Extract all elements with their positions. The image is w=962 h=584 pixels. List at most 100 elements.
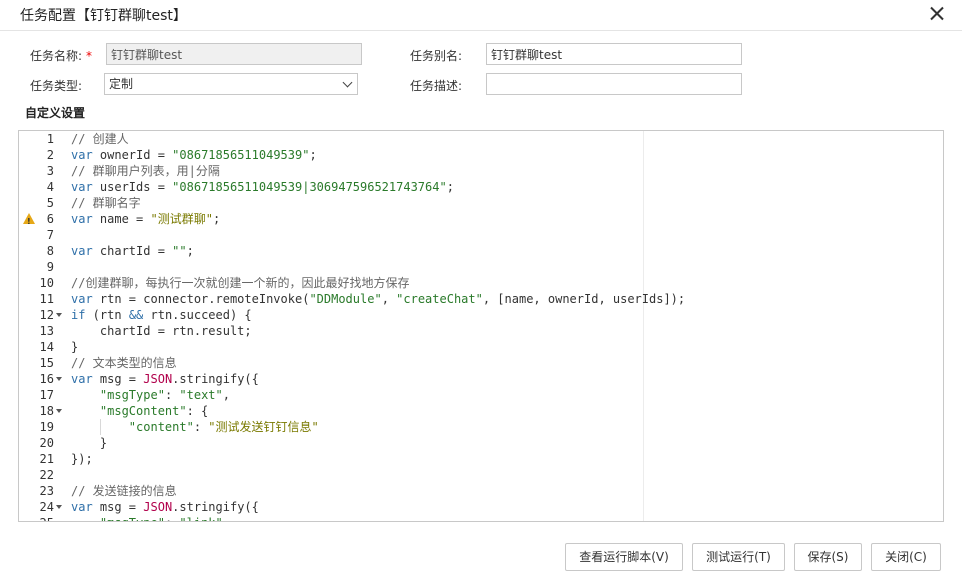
code-text: "msgType": "link", — [71, 515, 230, 521]
close-icon[interactable] — [926, 3, 948, 25]
code-token: ; — [212, 212, 221, 226]
code-token: //创建群聊，每执行一次就创建一个新的，因此最好找地方保存 — [71, 276, 410, 290]
code-line[interactable]: 8 var chartId = ""; — [19, 243, 943, 259]
code-line[interactable]: 14} — [19, 339, 943, 355]
code-line[interactable]: 7 — [19, 227, 943, 243]
code-line[interactable]: 18 "msgContent": { — [19, 403, 943, 419]
code-line[interactable]: 3 // 群聊用户列表，用|分隔 — [19, 163, 943, 179]
code-line[interactable]: 21}); — [19, 451, 943, 467]
code-line[interactable]: 24 var msg = JSON.stringify({ — [19, 499, 943, 515]
code-token: && — [128, 308, 144, 322]
code-line[interactable]: 11 var rtn = connector.remoteInvoke("DDMo… — [19, 291, 943, 307]
line-number: 9 — [46, 260, 54, 274]
required-mark: * — [86, 49, 93, 63]
code-token: var — [71, 212, 93, 226]
fold-toggle-icon[interactable] — [56, 505, 62, 509]
code-token: msg = — [92, 500, 144, 514]
code-line[interactable]: 22 — [19, 467, 943, 483]
code-token: .stringify({ — [172, 500, 259, 514]
code-token: var — [71, 500, 93, 514]
dialog-titlebar: 任务配置【钉钉群聊test】 — [0, 0, 962, 31]
task-desc-input[interactable] — [486, 73, 742, 95]
line-number: 2 — [46, 148, 54, 162]
line-number: 22 — [39, 468, 54, 482]
code-token: "测试发送钉钉信息" — [208, 420, 319, 434]
task-name-label: 任务名称: * — [30, 49, 93, 63]
code-line[interactable]: 17 "msgType": "text", — [19, 387, 943, 403]
code-editor[interactable]: 1 // 创建人 2 var ownerId = "08671856511049539… — [18, 130, 944, 522]
line-number: 25 — [19, 515, 54, 521]
line-number: 1 — [46, 132, 54, 146]
code-line[interactable]: 25 "msgType": "link", — [19, 515, 943, 521]
fold-toggle-icon[interactable] — [56, 377, 62, 381]
code-text: } — [71, 339, 78, 355]
code-token: JSON — [143, 372, 173, 386]
line-number: 13 — [39, 324, 54, 338]
code-token: "msgType" — [99, 388, 165, 402]
code-token: "msgContent" — [99, 404, 187, 418]
code-line[interactable]: 1 // 创建人 — [19, 131, 943, 147]
line-number: 4 — [46, 180, 54, 194]
code-token: chartId = rtn.result; — [71, 324, 252, 338]
code-text: var name = "测试群聊"; — [71, 211, 220, 227]
code-token: ; — [309, 148, 317, 162]
code-line[interactable]: 19 "content": "测试发送钉钉信息" — [19, 419, 943, 435]
code-text: if (rtn && rtn.succeed) { — [71, 307, 252, 323]
task-type-label: 任务类型: — [30, 79, 83, 93]
line-number: 8 — [46, 244, 54, 258]
close-button[interactable]: 关闭(C) — [871, 543, 941, 571]
task-type-select[interactable]: 定制 — [104, 73, 358, 95]
code-text: // 发送链接的信息 — [71, 483, 177, 499]
code-line[interactable]: 13 chartId = rtn.result; — [19, 323, 943, 339]
code-token: var — [71, 148, 93, 162]
code-text: }); — [71, 451, 93, 467]
code-line[interactable]: 23 // 发送链接的信息 — [19, 483, 943, 499]
line-number: 3 — [46, 164, 54, 178]
code-token: .stringify({ — [172, 372, 259, 386]
code-token: JSON — [143, 500, 173, 514]
line-number: 16 — [39, 372, 54, 386]
code-line[interactable]: 10 //创建群聊，每执行一次就创建一个新的，因此最好找地方保存 — [19, 275, 943, 291]
code-token: userIds = — [92, 180, 173, 194]
view-script-button[interactable]: 查看运行脚本(V) — [565, 543, 683, 571]
code-token: var — [71, 244, 93, 258]
code-token: "DDModule" — [309, 292, 382, 306]
code-token: name = — [92, 212, 151, 226]
code-line[interactable]: 5 // 群聊名字 — [19, 195, 943, 211]
chevron-down-icon — [342, 77, 353, 88]
task-name-input[interactable] — [106, 43, 362, 65]
code-token: : — [164, 388, 180, 402]
save-button[interactable]: 保存(S) — [794, 543, 862, 571]
code-token: ; — [186, 244, 194, 258]
code-line[interactable]: 16 var msg = JSON.stringify({ — [19, 371, 943, 387]
code-line[interactable]: 2 var ownerId = "08671856511049539"; — [19, 147, 943, 163]
custom-settings-heading: 自定义设置 — [25, 106, 86, 120]
code-text: // 文本类型的信息 — [71, 355, 177, 371]
code-token: "link" — [179, 516, 222, 521]
task-alias-input[interactable] — [486, 43, 742, 65]
line-number: 5 — [46, 196, 54, 210]
code-token: "createChat" — [396, 292, 483, 306]
code-token: "08671856511049539|306947596521743764" — [172, 180, 447, 194]
code-text: } — [71, 435, 107, 451]
code-text: // 创建人 — [71, 131, 129, 147]
code-token: }); — [71, 452, 93, 466]
code-line[interactable]: 9 — [19, 259, 943, 275]
code-token: chartId = — [92, 244, 173, 258]
task-alias-label: 任务别名: — [410, 49, 463, 63]
line-number: 12 — [39, 308, 54, 322]
code-line[interactable]: 20 } — [19, 435, 943, 451]
fold-toggle-icon[interactable] — [56, 313, 62, 317]
test-run-button[interactable]: 测试运行(T) — [692, 543, 785, 571]
code-token: var — [71, 292, 93, 306]
code-line[interactable]: 6 var name = "测试群聊"; — [19, 211, 943, 230]
code-line[interactable]: 15 // 文本类型的信息 — [19, 355, 943, 371]
code-token: // 群聊名字 — [71, 196, 141, 210]
code-text: chartId = rtn.result; — [71, 323, 252, 339]
code-token: , — [223, 516, 230, 521]
fold-toggle-icon[interactable] — [56, 409, 62, 413]
code-text: var rtn = connector.remoteInvoke("DDModu… — [71, 291, 685, 307]
code-line[interactable]: 4 var userIds = "08671856511049539|306947… — [19, 179, 943, 195]
code-line[interactable]: 12 if (rtn && rtn.succeed) { — [19, 307, 943, 323]
